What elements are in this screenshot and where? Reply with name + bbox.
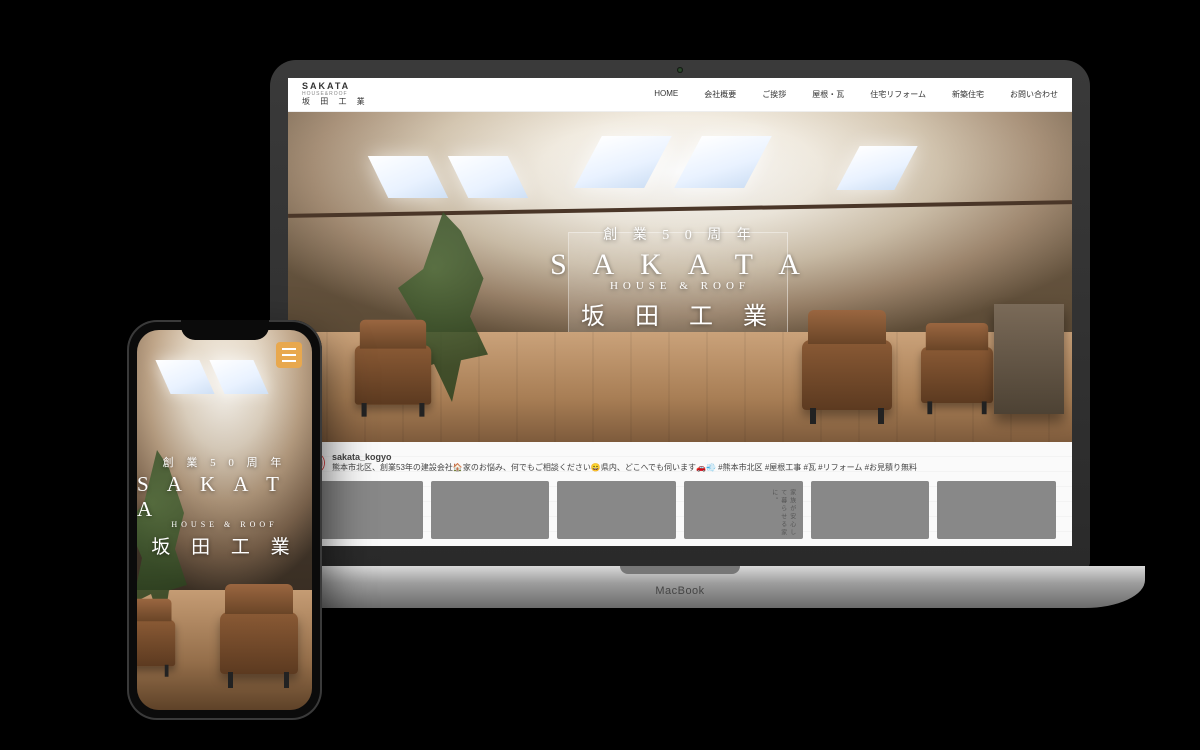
nav-reform[interactable]: 住宅リフォーム bbox=[870, 89, 926, 100]
nav-newbuild[interactable]: 新築住宅 bbox=[952, 89, 984, 100]
hero-tagline: 創 業 5 0 周 年 bbox=[603, 224, 757, 244]
social-thumbnails bbox=[304, 481, 1056, 539]
logo-line3: 坂 田 工 業 bbox=[302, 98, 369, 106]
thumbnail[interactable] bbox=[937, 481, 1056, 539]
hero-tagline: 創 業 5 0 周 年 bbox=[163, 454, 287, 470]
site-logo[interactable]: SAKATA HOUSE&ROOF 坂 田 工 業 bbox=[302, 82, 369, 106]
nav-roof[interactable]: 屋根・瓦 bbox=[812, 89, 844, 100]
hero-brand-sub: HOUSE & ROOF bbox=[610, 280, 750, 292]
hero-section: 創 業 5 0 周 年 S A K A T A HOUSE & ROOF 坂 田… bbox=[288, 112, 1072, 442]
thumbnail[interactable] bbox=[431, 481, 550, 539]
shadow bbox=[180, 610, 1140, 680]
nav-contact[interactable]: お問い合わせ bbox=[1010, 89, 1058, 100]
hero-brand-jp: 坂 田 工 業 bbox=[581, 296, 779, 331]
social-section: sakata_kogyo 熊本市北区、創業53年の建設会社🏠家のお悩み、何でもご… bbox=[288, 442, 1072, 546]
hero-text: 創 業 5 0 周 年 S A K A T A HOUSE & ROOF 坂 田… bbox=[288, 112, 1072, 442]
laptop-screen: SAKATA HOUSE&ROOF 坂 田 工 業 HOME 会社概要 ご挨拶 … bbox=[288, 78, 1072, 546]
social-header: sakata_kogyo 熊本市北区、創業53年の建設会社🏠家のお悩み、何でもご… bbox=[304, 452, 1056, 473]
hero-brand-en: S A K A T A bbox=[137, 472, 312, 522]
thumbnail[interactable] bbox=[557, 481, 676, 539]
thumbnail[interactable] bbox=[684, 481, 803, 539]
nav-company[interactable]: 会社概要 bbox=[704, 89, 736, 100]
site-header: SAKATA HOUSE&ROOF 坂 田 工 業 HOME 会社概要 ご挨拶 … bbox=[288, 78, 1072, 112]
phone-screen: 創 業 5 0 周 年 S A K A T A HOUSE & ROOF 坂 田… bbox=[137, 330, 312, 710]
social-bio: 熊本市北区、創業53年の建設会社🏠家のお悩み、何でもご相談ください😄県内、どこへ… bbox=[332, 462, 917, 473]
phone-device: 創 業 5 0 周 年 S A K A T A HOUSE & ROOF 坂 田… bbox=[127, 320, 322, 720]
laptop-device: SAKATA HOUSE&ROOF 坂 田 工 業 HOME 会社概要 ご挨拶 … bbox=[270, 60, 1090, 620]
camera-icon bbox=[677, 67, 683, 73]
laptop-brand-label: MacBook bbox=[655, 585, 704, 597]
hero-brand-jp: 坂 田 工 業 bbox=[151, 532, 297, 559]
phone-hero-text: 創 業 5 0 周 年 S A K A T A HOUSE & ROOF 坂 田… bbox=[137, 330, 312, 696]
social-handle[interactable]: sakata_kogyo bbox=[332, 452, 917, 462]
thumbnail[interactable] bbox=[811, 481, 930, 539]
nav-home[interactable]: HOME bbox=[654, 89, 678, 100]
nav-greeting[interactable]: ご挨拶 bbox=[762, 89, 786, 100]
hero-brand-sub: HOUSE & ROOF bbox=[171, 520, 277, 529]
laptop-lid: SAKATA HOUSE&ROOF 坂 田 工 業 HOME 会社概要 ご挨拶 … bbox=[270, 60, 1090, 570]
main-nav: HOME 会社概要 ご挨拶 屋根・瓦 住宅リフォーム 新築住宅 お問い合わせ bbox=[654, 89, 1058, 100]
hero-brand-en: S A K A T A bbox=[550, 248, 810, 282]
